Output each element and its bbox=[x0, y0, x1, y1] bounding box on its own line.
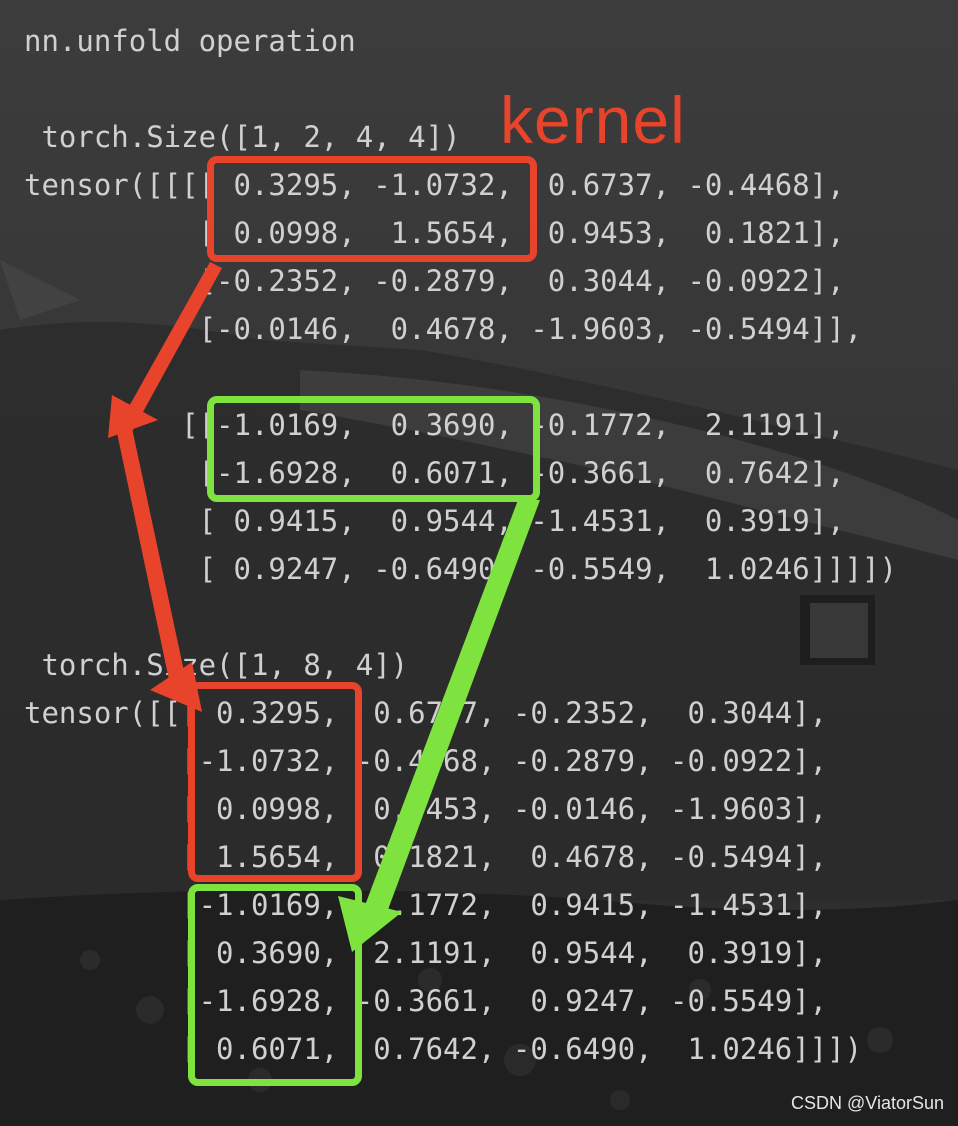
annotation-arrows bbox=[108, 262, 540, 952]
red-arrow-segment bbox=[118, 262, 222, 432]
red-arrow-segment bbox=[116, 428, 188, 694]
watermark: CSDN @ViatorSun bbox=[791, 1093, 944, 1113]
green-arrow-segment bbox=[364, 500, 540, 915]
green-arrow-head bbox=[338, 896, 402, 952]
